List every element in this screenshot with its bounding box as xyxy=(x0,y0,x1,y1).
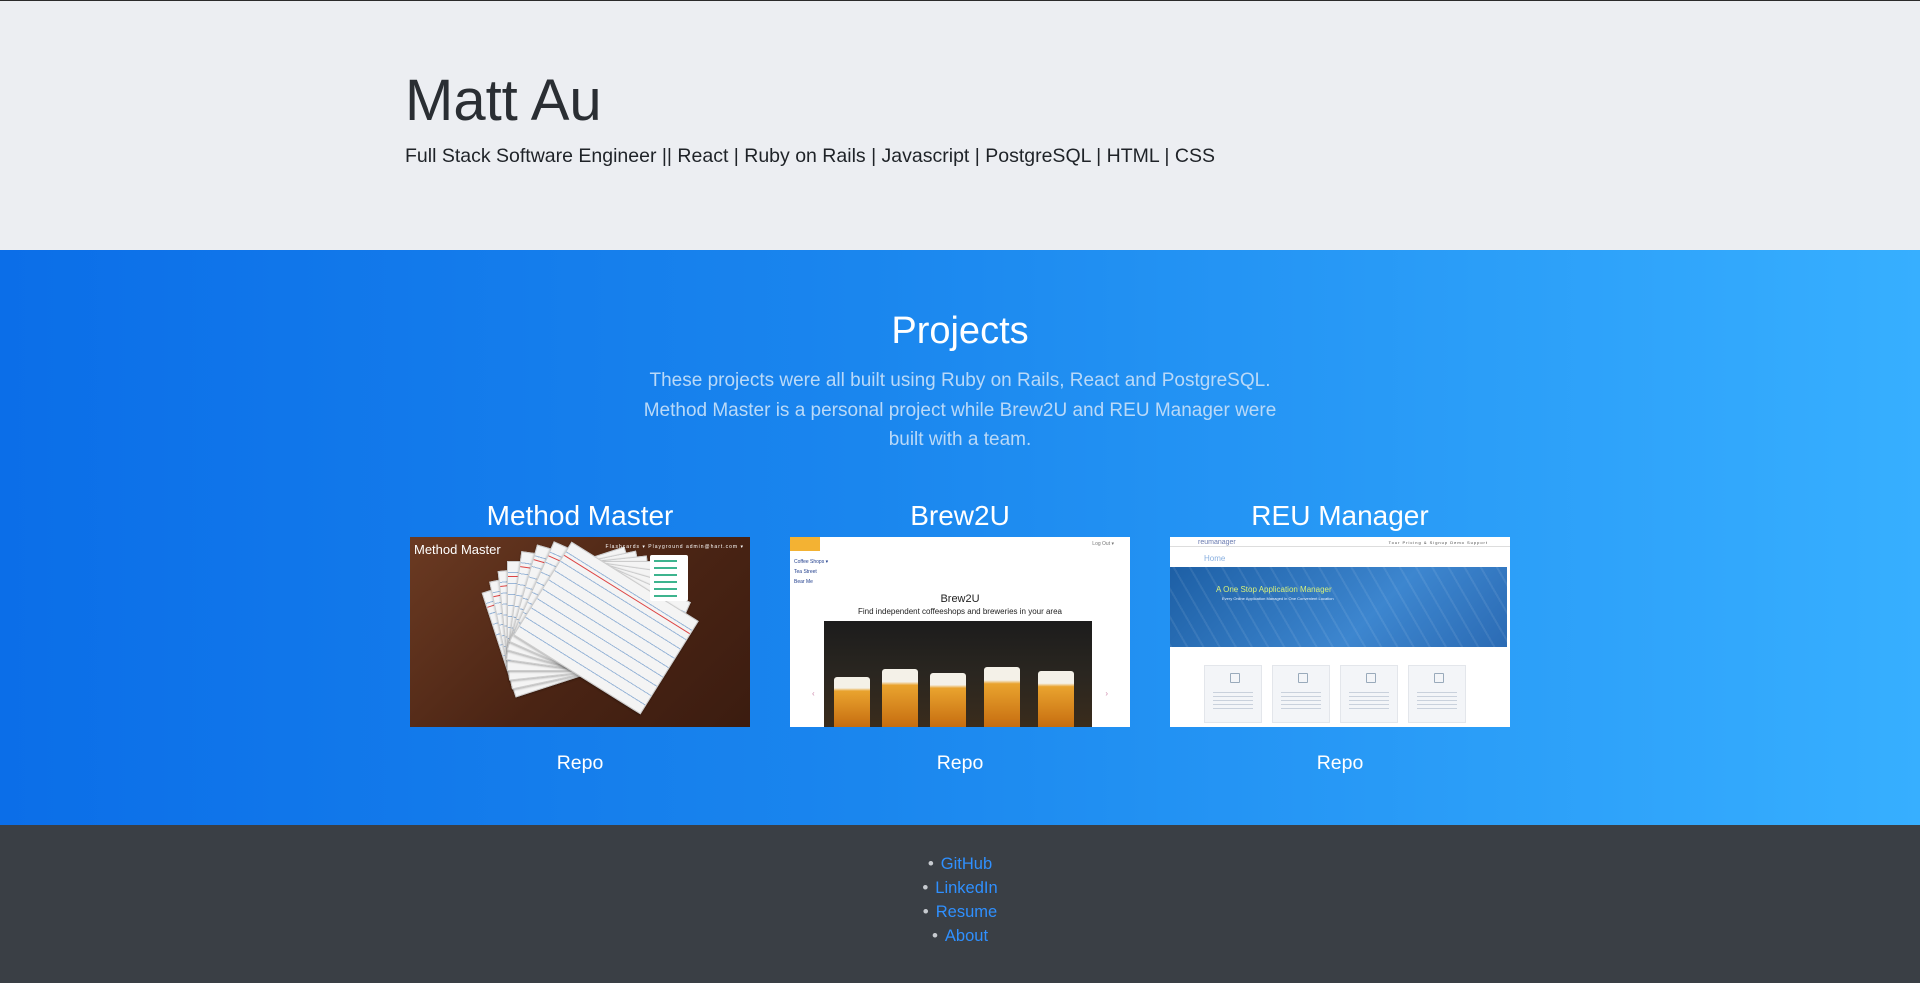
project-title: Method Master xyxy=(486,499,674,531)
screenshot-hero-subtitle: Every Online Application Managed in One … xyxy=(1222,595,1334,601)
linkedin-link[interactable]: LinkedIn xyxy=(935,879,997,897)
carousel-next-icon: › xyxy=(1105,688,1108,698)
projects-heading: Projects xyxy=(891,310,1029,352)
screenshot-logout: Log Out ▾ xyxy=(1092,540,1114,547)
footer-item: LinkedIn xyxy=(922,876,997,900)
screenshot-nav: Flashcards ▾ Playground admin@hart.com ▾ xyxy=(605,543,744,550)
resume-link[interactable]: Resume xyxy=(936,903,997,921)
project-title: REU Manager xyxy=(1251,499,1429,531)
project-screenshot[interactable]: Method Master Flashcards ▾ Playground ad… xyxy=(410,536,750,727)
projects-description: These projects were all built using Ruby… xyxy=(643,370,1277,450)
footer-item: About xyxy=(922,924,997,948)
project-card-brew2u: Brew2U Log Out ▾ Coffee Shops ▾ Tea Stre… xyxy=(790,499,1130,775)
screenshot-sidebar: Coffee Shops ▾ Tea Street Bear Me xyxy=(794,558,829,585)
jumbotron: Matt Au Full Stack Software Engineer || … xyxy=(0,1,1920,250)
feature-tiles xyxy=(1204,664,1466,723)
projects-section: Projects These projects were all built u… xyxy=(0,250,1920,825)
carousel-prev-icon: ‹ xyxy=(812,688,815,698)
screenshot-links: Tour Pricing & Signup Demo Support xyxy=(1388,539,1488,545)
screenshot-subheading: Find independent coffeeshops and breweri… xyxy=(858,606,1062,616)
footer-item: Resume xyxy=(922,900,997,924)
screenshot-dropdown xyxy=(650,554,688,601)
about-link[interactable]: About xyxy=(945,927,988,945)
screenshot-app-title: Method Master xyxy=(414,541,501,557)
repo-link[interactable]: Repo xyxy=(937,752,984,775)
project-card-method-master: Method Master Method Master Flashcards ▾… xyxy=(410,499,750,775)
repo-link[interactable]: Repo xyxy=(557,752,604,775)
project-screenshot[interactable]: Log Out ▾ Coffee Shops ▾ Tea Street Bear… xyxy=(790,536,1130,727)
footer: GitHub LinkedIn Resume About xyxy=(0,825,1920,983)
page-title: Matt Au xyxy=(405,68,602,133)
screenshot-brand: reumanager xyxy=(1198,538,1236,546)
footer-links: GitHub LinkedIn Resume About xyxy=(922,852,997,948)
screenshot-hero-title: A One Stop Application Manager xyxy=(1216,584,1332,594)
project-screenshot[interactable]: reumanager Tour Pricing & Signup Demo Su… xyxy=(1170,536,1510,727)
beer-glasses-image xyxy=(824,620,1092,727)
repo-link[interactable]: Repo xyxy=(1317,752,1364,775)
github-link[interactable]: GitHub xyxy=(941,855,992,873)
tagline: Full Stack Software Engineer || React | … xyxy=(405,145,1215,167)
brew2u-logo xyxy=(790,536,820,551)
screenshot-heading: Brew2U xyxy=(940,592,980,605)
project-cards: Method Master Method Master Flashcards ▾… xyxy=(405,499,1515,775)
screenshot-hero: A One Stop Application Manager Every Onl… xyxy=(1170,566,1507,647)
footer-item: GitHub xyxy=(922,852,997,876)
screenshot-home: Home xyxy=(1204,553,1226,563)
project-title: Brew2U xyxy=(910,499,1010,531)
project-card-reu-manager: REU Manager reumanager Tour Pricing & Si… xyxy=(1170,499,1510,775)
